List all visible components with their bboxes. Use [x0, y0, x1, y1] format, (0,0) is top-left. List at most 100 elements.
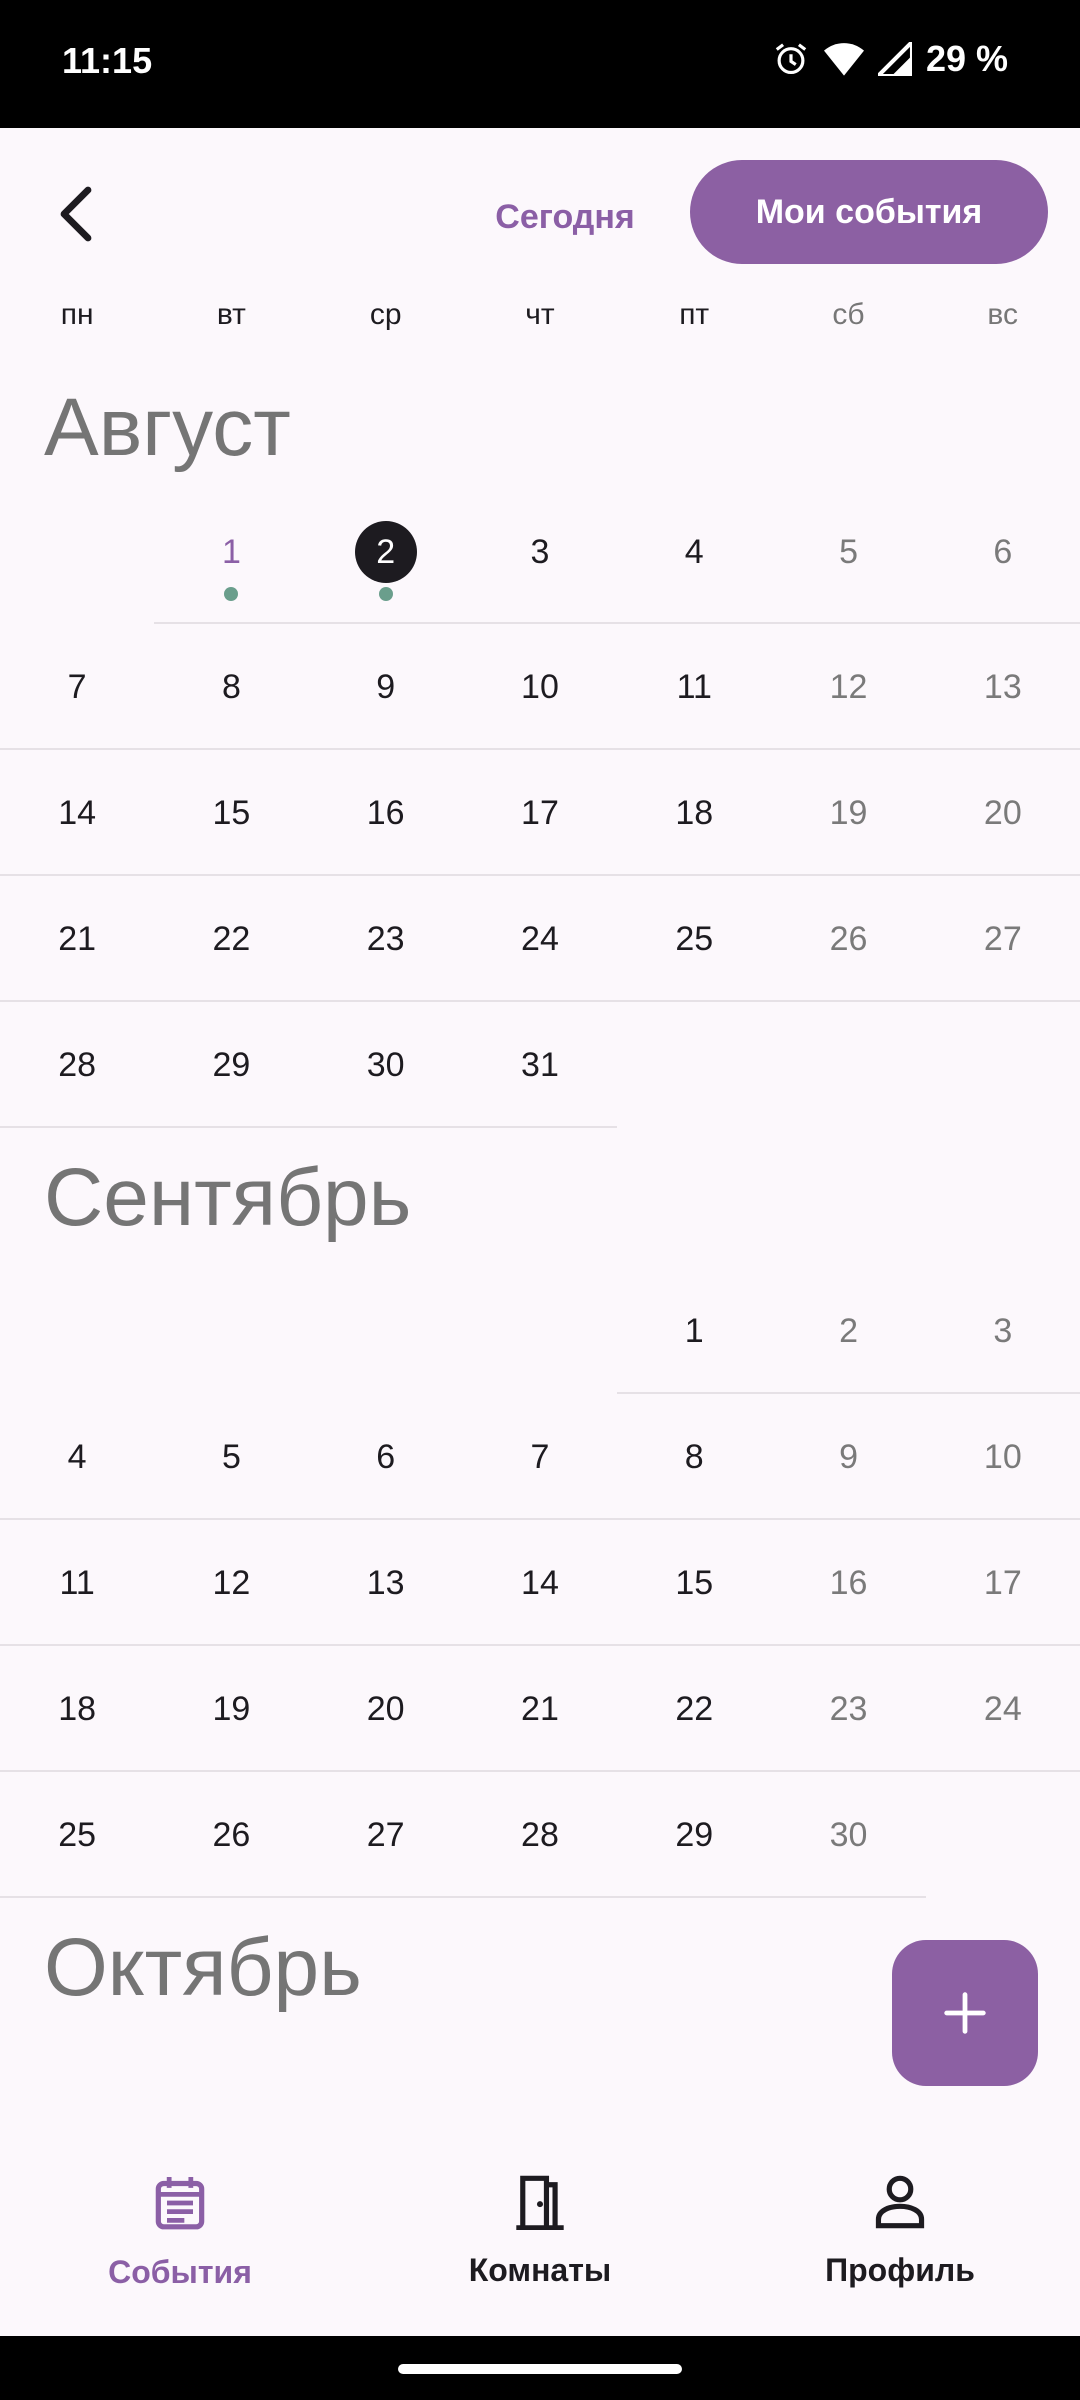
calendar-day[interactable]: 14 — [463, 1520, 617, 1646]
home-indicator[interactable] — [398, 2364, 682, 2374]
wifi-icon — [823, 41, 864, 77]
calendar-day[interactable]: 13 — [926, 624, 1080, 750]
calendar-day[interactable]: 22 — [617, 1646, 771, 1772]
day-number: 12 — [212, 1563, 251, 1602]
calendar-day[interactable]: 5 — [154, 1394, 308, 1520]
calendar-day[interactable]: 11 — [0, 1520, 154, 1646]
calendar-day[interactable]: 16 — [771, 1520, 925, 1646]
calendar-day[interactable]: 26 — [154, 1772, 308, 1898]
calendar-day[interactable]: 22 — [154, 876, 308, 1002]
nav-events[interactable]: События — [0, 2136, 360, 2336]
calendar-day[interactable]: 9 — [309, 624, 463, 750]
calendar-day[interactable]: 19 — [154, 1646, 308, 1772]
calendar-day[interactable]: 12 — [154, 1520, 308, 1646]
calendar-day[interactable]: 11 — [617, 624, 771, 750]
day-number: 11 — [59, 1563, 95, 1602]
toolbar: Сегодня Мои события — [0, 128, 1080, 298]
calendar-day[interactable]: 10 — [463, 624, 617, 750]
calendar-day[interactable]: 18 — [617, 750, 771, 876]
system-navigation-bar — [0, 2336, 1080, 2400]
calendar-day[interactable]: 2 — [309, 498, 463, 624]
nav-rooms[interactable]: Комнаты — [360, 2136, 720, 2336]
week-row: 28 29 30 31 — [0, 1002, 1080, 1128]
calendar-day[interactable]: 23 — [771, 1646, 925, 1772]
calendar-day[interactable]: 27 — [926, 876, 1080, 1002]
calendar-day[interactable]: 20 — [309, 1646, 463, 1772]
day-number: 22 — [675, 1689, 714, 1728]
calendar-day[interactable]: 26 — [771, 876, 925, 1002]
day-number: 26 — [829, 919, 868, 958]
calendar-day[interactable]: 3 — [463, 498, 617, 624]
day-number: 24 — [521, 919, 559, 958]
calendar-day[interactable]: 15 — [154, 750, 308, 876]
day-number: 5 — [221, 1437, 241, 1476]
calendar-day[interactable]: 27 — [309, 1772, 463, 1898]
calendar-day[interactable]: 24 — [926, 1646, 1080, 1772]
calendar-day[interactable]: 15 — [617, 1520, 771, 1646]
calendar-day[interactable]: 6 — [309, 1394, 463, 1520]
day-number: 20 — [366, 1689, 405, 1728]
calendar-day[interactable]: 29 — [154, 1002, 308, 1128]
calendar-day[interactable]: 2 — [771, 1268, 925, 1394]
day-number: 20 — [983, 793, 1022, 832]
nav-rooms-label: Комнаты — [468, 2252, 612, 2288]
day-number: 1 — [221, 532, 241, 571]
calendar-day[interactable]: 31 — [463, 1002, 617, 1128]
calendar-day[interactable]: 1 — [154, 498, 308, 624]
calendar-day[interactable]: 23 — [309, 876, 463, 1002]
calendar-day[interactable]: 29 — [617, 1772, 771, 1898]
calendar-day[interactable]: 12 — [771, 624, 925, 750]
calendar-day[interactable]: 19 — [771, 750, 925, 876]
calendar-day[interactable]: 24 — [463, 876, 617, 1002]
calendar-day[interactable]: 28 — [0, 1002, 154, 1128]
nav-profile[interactable]: Профиль — [720, 2136, 1080, 2336]
battery-text: 29 % — [925, 38, 1008, 79]
day-number: 18 — [675, 793, 714, 832]
calendar-day[interactable]: 14 — [0, 750, 154, 876]
calendar-day[interactable]: 17 — [463, 750, 617, 876]
calendar-day[interactable]: 4 — [0, 1394, 154, 1520]
day-number: 16 — [366, 793, 405, 832]
calendar-day[interactable]: 28 — [463, 1772, 617, 1898]
calendar-day[interactable]: 1 — [617, 1268, 771, 1394]
calendar-day[interactable]: 9 — [771, 1394, 925, 1520]
day-number: 7 — [67, 667, 87, 706]
alarm-icon — [772, 40, 810, 78]
calendar-day[interactable]: 17 — [926, 1520, 1080, 1646]
day-number: 10 — [983, 1437, 1022, 1476]
calendar-day[interactable]: 16 — [309, 750, 463, 876]
my-events-button[interactable]: Мои события — [690, 160, 1048, 264]
weekday-label: пн — [60, 298, 94, 331]
today-button[interactable]: Сегодня — [470, 186, 660, 248]
calendar-day[interactable]: 18 — [0, 1646, 154, 1772]
calendar-list[interactable]: Август 1 2 3 4 5 6 7 8 9 10 11 12 13 14 15 16 17 18 19 20 21 2… — [0, 358, 1080, 2038]
day-number: 6 — [376, 1437, 396, 1476]
calendar-day[interactable]: 20 — [926, 750, 1080, 876]
calendar-day[interactable]: 13 — [309, 1520, 463, 1646]
calendar-day[interactable]: 7 — [0, 624, 154, 750]
day-number: 30 — [366, 1045, 405, 1084]
calendar-day[interactable]: 4 — [617, 498, 771, 624]
calendar-day[interactable]: 30 — [309, 1002, 463, 1128]
day-number: 26 — [212, 1815, 251, 1854]
day-number: 30 — [829, 1815, 868, 1854]
day-number: 2 — [839, 1311, 858, 1350]
calendar-day[interactable]: 8 — [154, 624, 308, 750]
calendar-day[interactable]: 10 — [926, 1394, 1080, 1520]
calendar-day[interactable]: 30 — [771, 1772, 925, 1898]
add-event-button[interactable] — [892, 1940, 1038, 2086]
calendar-day[interactable]: 3 — [926, 1268, 1080, 1394]
back-button[interactable] — [40, 178, 112, 250]
day-number: 11 — [676, 667, 712, 706]
calendar-day[interactable]: 25 — [0, 1772, 154, 1898]
calendar-day[interactable]: 7 — [463, 1394, 617, 1520]
day-number: 17 — [983, 1563, 1022, 1602]
calendar-day[interactable]: 8 — [617, 1394, 771, 1520]
calendar-day[interactable]: 25 — [617, 876, 771, 1002]
day-number: 23 — [366, 919, 405, 958]
calendar-day[interactable]: 21 — [463, 1646, 617, 1772]
calendar-day[interactable]: 6 — [926, 498, 1080, 624]
calendar-day[interactable]: 21 — [0, 876, 154, 1002]
calendar-day[interactable]: 5 — [771, 498, 925, 624]
day-number: 25 — [675, 919, 714, 958]
